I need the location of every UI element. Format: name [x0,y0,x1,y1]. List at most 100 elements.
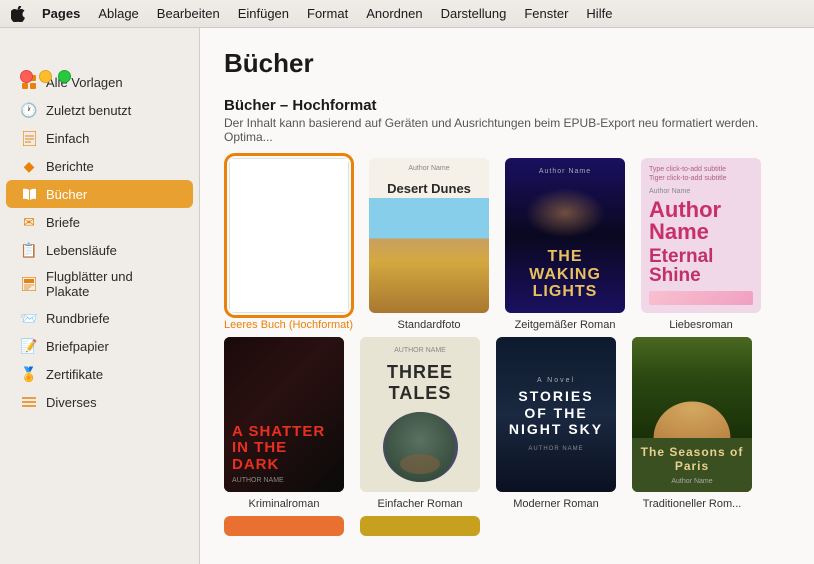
seasons-flower [644,377,740,437]
love-image [649,291,753,305]
close-button[interactable] [20,70,33,83]
seasons-image [632,337,752,438]
newspaper-icon [20,275,38,293]
template-zeitgemaesser[interactable]: Author Name THE WAKING LIGHTS Zeitgemäße… [505,158,625,331]
menubar-fenster[interactable]: Fenster [516,4,576,23]
template-label-kriminalroman: Kriminalroman [249,498,320,510]
template-moderner[interactable]: A Novel STORIES OF THE NIGHT SKY AUTHOR … [496,337,616,510]
template-label-leeres: Leeres Buch (Hochformat) [224,319,353,331]
clipboard-icon: 📋 [20,241,38,259]
envelope-icon: ✉ [20,213,38,231]
sidebar-item-label: Zuletzt benutzt [46,103,131,118]
menubar-darstellung[interactable]: Darstellung [433,4,515,23]
template-thumb-love: Type‏ click-to-add subtitle Tiger click-… [641,158,761,313]
night-author: AUTHOR NAME [528,446,583,452]
template-traditioneller[interactable]: The Seasons of Paris Author Name Traditi… [632,337,752,510]
template-standardfoto[interactable]: Author Name Desert Dunes Standardfoto [369,158,489,331]
sidebar-item-zertifikate[interactable]: 🏅 Zertifikate [6,360,193,388]
love-title-eternal: Author Name [649,199,753,243]
sidebar-item-label: Flugblätter und Plakate [46,269,179,299]
mail-icon: 📨 [20,309,38,327]
sidebar-item-zuletzt[interactable]: 🕐 Zuletzt benutzt [6,96,193,124]
night-cover: A Novel STORIES OF THE NIGHT SKY AUTHOR … [496,337,616,492]
template-label-einfacher: Einfacher Roman [378,498,463,510]
desert-title-text: Desert Dunes [369,179,489,198]
three-nest-base [400,454,440,474]
three-image [383,412,458,482]
sidebar-item-label: Rundbriefe [46,311,110,326]
template-label-standardfoto: Standardfoto [398,319,461,331]
template-thumb-night: A Novel STORIES OF THE NIGHT SKY AUTHOR … [496,337,616,492]
sidebar: Alle Vorlagen 🕐 Zuletzt benutzt Einfach … [0,28,200,564]
minimize-button[interactable] [39,70,52,83]
shatter-author: AUTHOR NAME [232,477,284,484]
list-icon [20,393,38,411]
template-row3-2[interactable] [360,516,480,542]
apple-menu[interactable] [8,4,28,24]
template-thumb-three: AUTHOR NAME THREE TALES [360,337,480,492]
template-label-zeitgemaesser: Zeitgemäßer Roman [515,319,616,331]
template-einfacher[interactable]: AUTHOR NAME THREE TALES Einfacher Roman [360,337,480,510]
template-thumb-row3-1 [224,516,344,536]
template-label-moderner: Moderner Roman [513,498,599,510]
sidebar-item-label: Lebensläufe [46,243,117,258]
night-title: STORIES OF THE NIGHT SKY [504,388,608,438]
book-icon [20,185,38,203]
menubar-hilfe[interactable]: Hilfe [578,4,620,23]
love-author: Author Name [649,188,690,195]
template-liebesroman[interactable]: Type‏ click-to-add subtitle Tiger click-… [641,158,761,331]
template-row3-1[interactable] [224,516,344,542]
sidebar-item-einfach[interactable]: Einfach [6,124,193,152]
menubar-format[interactable]: Format [299,4,356,23]
sidebar-item-label: Briefpapier [46,339,109,354]
menubar-pages[interactable]: Pages [34,4,88,23]
clock-icon: 🕐 [20,101,38,119]
template-thumb-shatter: A SHATTER IN THE DARK AUTHOR NAME [224,337,344,492]
waking-cover: Author Name THE WAKING LIGHTS [505,158,625,313]
sidebar-item-label: Berichte [46,159,94,174]
diamond-icon: ◆ [20,157,38,175]
menubar-einfuegen[interactable]: Einfügen [230,4,297,23]
sidebar-item-label: Zertifikate [46,367,103,382]
sidebar-item-rundbriefe[interactable]: 📨 Rundbriefe [6,304,193,332]
app-window: Alle Vorlagen 🕐 Zuletzt benutzt Einfach … [0,28,814,564]
menubar-bearbeiten[interactable]: Bearbeiten [149,4,228,23]
sidebar-item-label: Einfach [46,131,89,146]
sidebar-item-diverses[interactable]: Diverses [6,388,193,416]
sidebar-item-label: Diverses [46,395,97,410]
sidebar-item-flugblatter[interactable]: Flugblätter und Plakate [6,264,193,304]
waking-title: THE WAKING LIGHTS [513,248,617,301]
sidebar-item-briefe[interactable]: ✉ Briefe [6,208,193,236]
love-tagline2: Tiger click-to-add subtitle [649,175,727,182]
waking-author: Author Name [539,168,591,175]
template-thumb-empty [229,158,349,313]
three-author: AUTHOR NAME [394,347,446,354]
seasons-cover: The Seasons of Paris Author Name [632,337,752,492]
maximize-button[interactable] [58,70,71,83]
seasons-author: Author Name [671,478,712,485]
desert-image [369,198,489,313]
sidebar-item-briefpapier[interactable]: 📝 Briefpapier [6,332,193,360]
love-title-shine: Eternal Shine [649,247,753,285]
content-area: Bücher Bücher – Hochformat Der Inhalt ka… [200,28,814,564]
night-label: A Novel [537,377,575,384]
menubar-anordnen[interactable]: Anordnen [358,4,430,23]
template-label-liebesroman: Liebesroman [669,319,733,331]
menubar-ablage[interactable]: Ablage [90,4,146,23]
seasons-title: The Seasons of Paris [640,445,744,474]
medal-icon: 🏅 [20,365,38,383]
template-leeres-buch[interactable]: Leeres Buch (Hochformat) [224,158,353,331]
shatter-title: A SHATTER IN THE DARK [232,424,336,474]
template-thumb-row3-2 [360,516,480,536]
love-cover: Type‏ click-to-add subtitle Tiger click-… [641,158,761,313]
note-icon: 📝 [20,337,38,355]
love-tagline: Type‏ click-to-add subtitle [649,166,726,173]
sidebar-item-label: Bücher [46,187,87,202]
three-title: THREE TALES [368,362,472,404]
three-cover: AUTHOR NAME THREE TALES [360,337,480,492]
template-kriminalroman[interactable]: A SHATTER IN THE DARK AUTHOR NAME Krimin… [224,337,344,510]
sidebar-item-berichte[interactable]: ◆ Berichte [6,152,193,180]
seasons-text: The Seasons of Paris Author Name [632,438,752,492]
sidebar-item-buecher[interactable]: Bücher [6,180,193,208]
sidebar-item-lebenslaufe[interactable]: 📋 Lebensläufe [6,236,193,264]
